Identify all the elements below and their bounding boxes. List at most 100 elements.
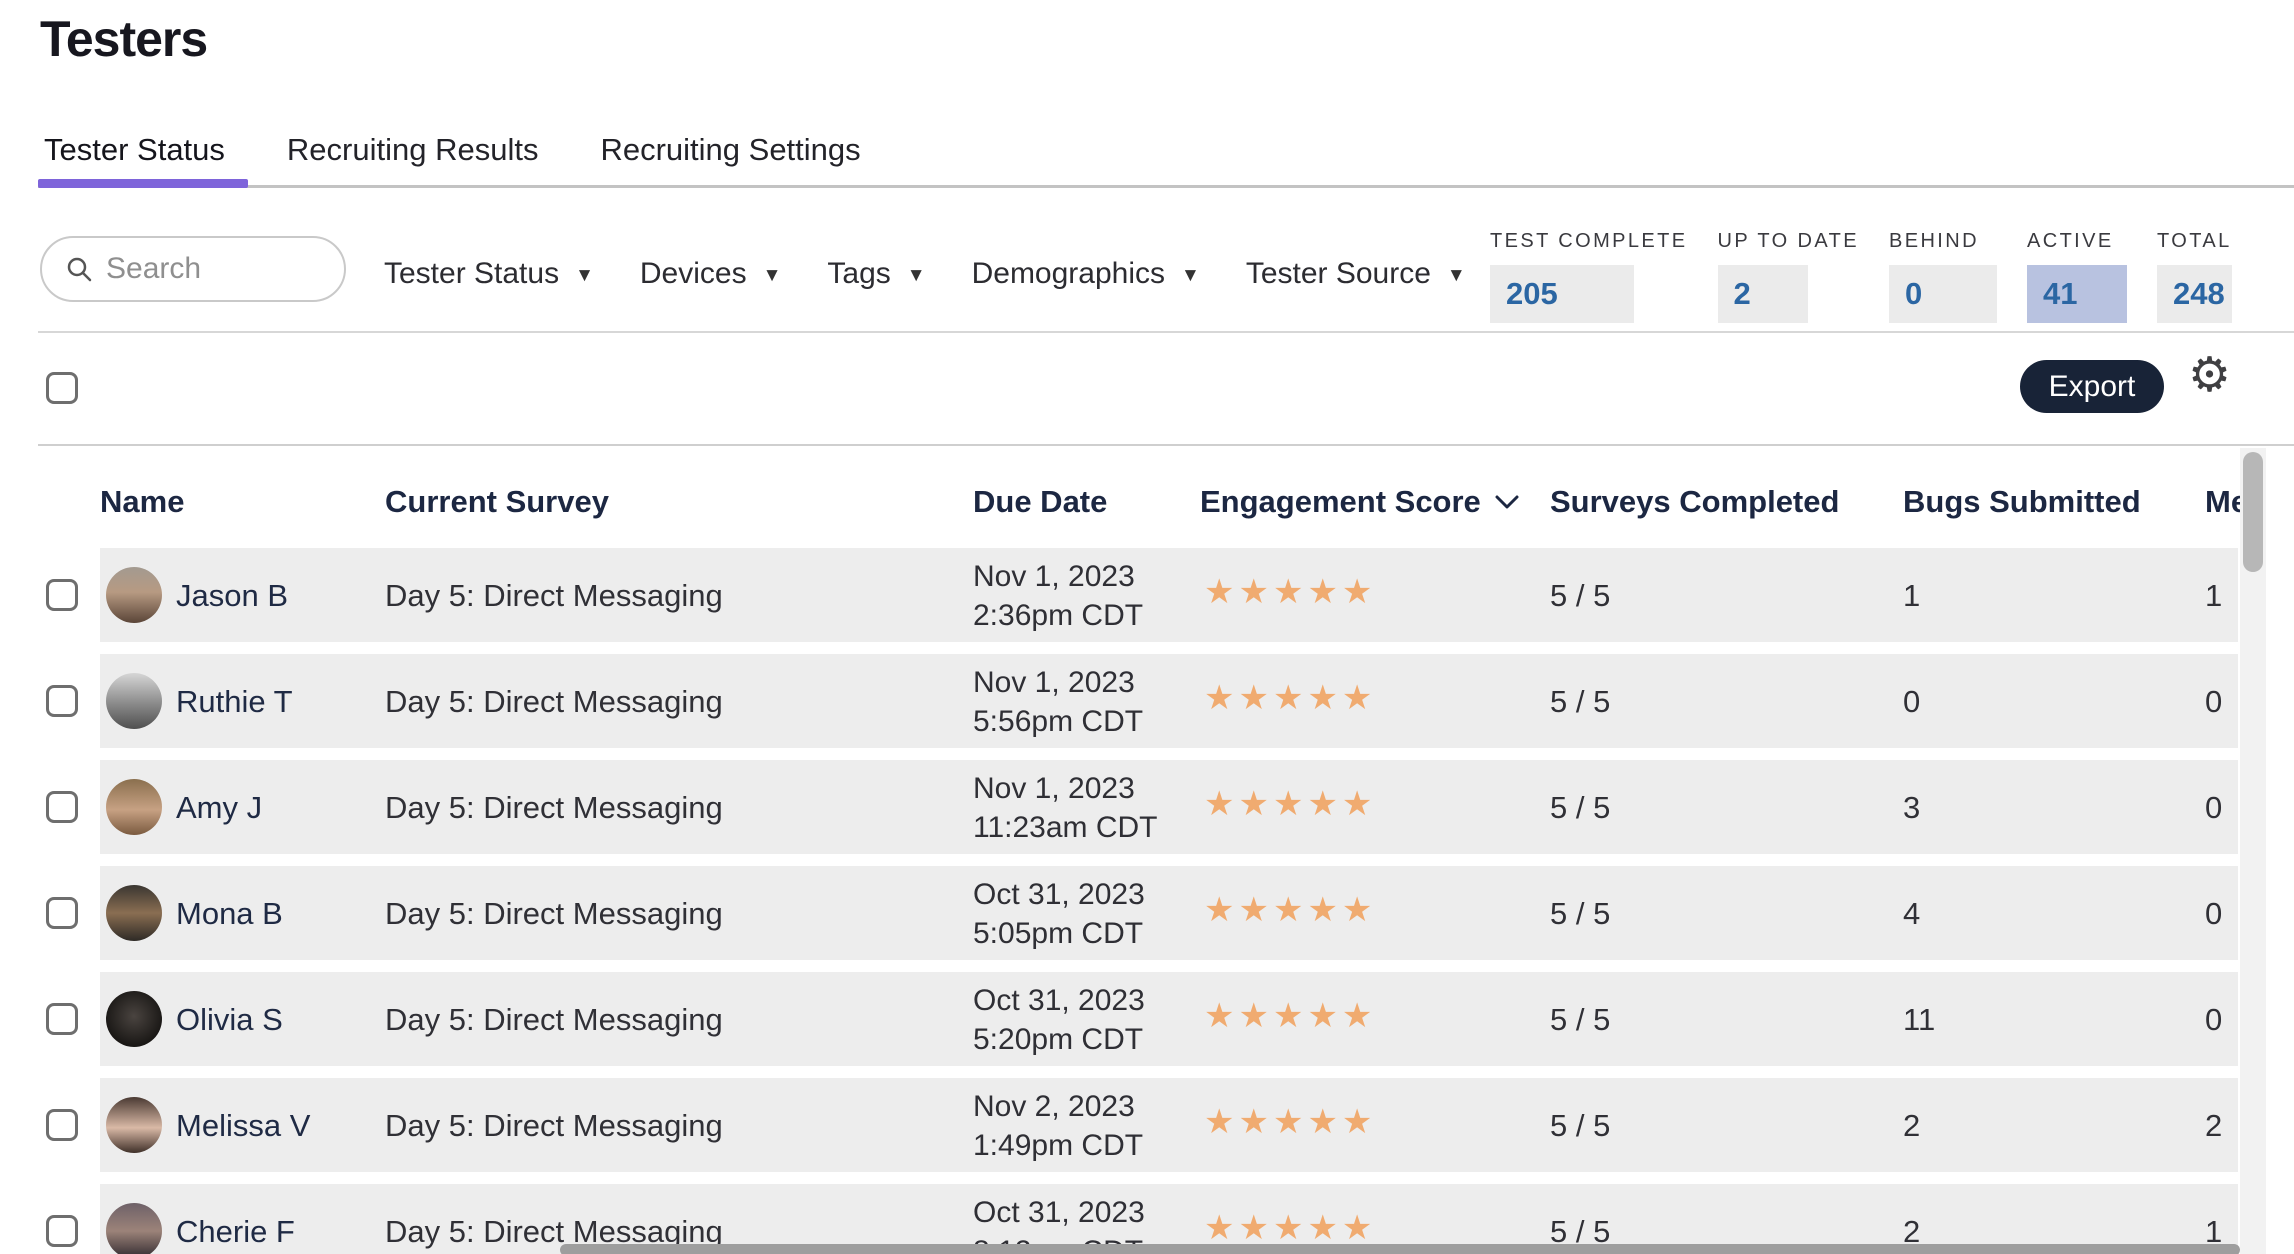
- messages-count: 1: [2205, 578, 2222, 614]
- export-button[interactable]: Export: [2020, 360, 2164, 413]
- engagement-stars: ★★★★★: [1204, 890, 1376, 930]
- table-row: Melissa V Day 5: Direct Messaging Nov 2,…: [0, 1078, 2294, 1172]
- chevron-down-icon: ▼: [575, 265, 594, 287]
- chevron-down-icon: ▼: [1181, 265, 1200, 287]
- row-checkbox[interactable]: [46, 1003, 78, 1035]
- avatar: [106, 779, 162, 835]
- stat: ACTIVE 41: [2027, 230, 2127, 323]
- table-row: Mona B Day 5: Direct Messaging Oct 31, 2…: [0, 866, 2294, 960]
- engagement-stars: ★★★★★: [1204, 1102, 1376, 1142]
- due-date-line: Oct 31, 2023: [973, 981, 1145, 1020]
- current-survey: Day 5: Direct Messaging: [385, 790, 723, 826]
- bugs-submitted: 1: [1903, 578, 1920, 614]
- surveys-completed: 5 / 5: [1550, 1108, 1610, 1144]
- row-checkbox[interactable]: [46, 685, 78, 717]
- chevron-down-icon: ▼: [763, 265, 782, 287]
- due-time-line: 5:20pm CDT: [973, 1020, 1145, 1059]
- chevron-down-icon: ▼: [1447, 265, 1466, 287]
- search-box: [40, 236, 346, 302]
- stat-value: 2: [1734, 276, 1751, 312]
- due-time-line: 11:23am CDT: [973, 808, 1158, 847]
- filter-dropdown-label: Tags: [827, 257, 890, 291]
- tester-name[interactable]: Ruthie T: [176, 684, 293, 720]
- due-date-line: Nov 2, 2023: [973, 1087, 1143, 1126]
- column-header-messages[interactable]: Messages: [2205, 484, 2240, 520]
- column-header-due-date[interactable]: Due Date: [973, 484, 1107, 520]
- column-header-current-survey[interactable]: Current Survey: [385, 484, 609, 520]
- table-row: Jason B Day 5: Direct Messaging Nov 1, 2…: [0, 548, 2294, 642]
- tab-recruiting-settings[interactable]: Recruiting Settings: [600, 132, 860, 168]
- current-survey: Day 5: Direct Messaging: [385, 684, 723, 720]
- row-checkbox[interactable]: [46, 1109, 78, 1141]
- filter-dropdown-label: Demographics: [972, 257, 1165, 291]
- stat-value: 0: [1905, 276, 1922, 312]
- page-title: Testers: [40, 10, 207, 68]
- stat: UP TO DATE 2: [1718, 230, 1859, 323]
- stat: TEST COMPLETE 205: [1490, 230, 1688, 323]
- row-checkbox[interactable]: [46, 791, 78, 823]
- stat: TOTAL 248: [2157, 230, 2232, 323]
- sort-chevron-down-icon: [1495, 495, 1519, 510]
- horizontal-scrollbar-thumb[interactable]: [560, 1244, 2240, 1254]
- row-checkbox[interactable]: [46, 579, 78, 611]
- surveys-completed: 5 / 5: [1550, 896, 1610, 932]
- column-header-name[interactable]: Name: [100, 484, 184, 520]
- active-tab-indicator: [38, 179, 248, 188]
- column-header-bugs-submitted[interactable]: Bugs Submitted: [1903, 484, 2141, 520]
- chevron-down-icon: ▼: [907, 265, 926, 287]
- avatar: [106, 1097, 162, 1153]
- select-all-checkbox[interactable]: [46, 372, 78, 404]
- surveys-completed: 5 / 5: [1550, 578, 1610, 614]
- bugs-submitted: 4: [1903, 896, 1920, 932]
- tester-name[interactable]: Amy J: [176, 790, 262, 826]
- current-survey: Day 5: Direct Messaging: [385, 896, 723, 932]
- tab-tester-status[interactable]: Tester Status: [44, 132, 225, 168]
- current-survey: Day 5: Direct Messaging: [385, 578, 723, 614]
- row-checkbox[interactable]: [46, 897, 78, 929]
- table-row: Ruthie T Day 5: Direct Messaging Nov 1, …: [0, 654, 2294, 748]
- table-header: Name Current Survey Due Date Engagement …: [0, 446, 2240, 546]
- stat-label: TOTAL: [2157, 230, 2232, 253]
- bugs-submitted: 0: [1903, 684, 1920, 720]
- engagement-stars: ★★★★★: [1204, 996, 1376, 1036]
- vertical-scrollbar-thumb[interactable]: [2243, 452, 2263, 572]
- filter-dropdown[interactable]: Devices ▼: [640, 257, 782, 291]
- stat-value-box[interactable]: 2: [1718, 265, 1808, 323]
- tester-name[interactable]: Jason B: [176, 578, 288, 614]
- tester-table-body: Jason B Day 5: Direct Messaging Nov 1, 2…: [0, 548, 2294, 1254]
- messages-count: 0: [2205, 1002, 2222, 1038]
- tab-recruiting-results[interactable]: Recruiting Results: [287, 132, 539, 168]
- filter-dropdown[interactable]: Tags ▼: [827, 257, 925, 291]
- column-header-engagement-score[interactable]: Engagement Score: [1200, 484, 1519, 520]
- stat-value-box[interactable]: 0: [1889, 265, 1997, 323]
- stat-value-box[interactable]: 205: [1490, 265, 1634, 323]
- search-input[interactable]: [94, 252, 344, 286]
- due-date-line: Oct 31, 2023: [973, 1193, 1145, 1232]
- filter-dropdown-label: Tester Source: [1246, 257, 1431, 291]
- filters-divider: [38, 331, 2294, 333]
- gear-icon[interactable]: ⚙: [2188, 352, 2231, 400]
- tester-name[interactable]: Cherie F: [176, 1214, 295, 1250]
- stat-label: ACTIVE: [2027, 230, 2127, 253]
- table-row: Olivia S Day 5: Direct Messaging Oct 31,…: [0, 972, 2294, 1066]
- filter-dropdown[interactable]: Tester Source ▼: [1246, 257, 1466, 291]
- tester-name[interactable]: Olivia S: [176, 1002, 283, 1038]
- column-header-engagement-label: Engagement Score: [1200, 484, 1481, 520]
- tab-bar: Tester Status Recruiting Results Recruit…: [44, 132, 861, 168]
- tester-name[interactable]: Mona B: [176, 896, 283, 932]
- due-time-line: 1:49pm CDT: [973, 1126, 1143, 1165]
- filter-dropdown[interactable]: Tester Status ▼: [384, 257, 594, 291]
- tester-name[interactable]: Melissa V: [176, 1108, 310, 1144]
- bugs-submitted: 3: [1903, 790, 1920, 826]
- stat-value-box[interactable]: 248: [2157, 265, 2232, 323]
- avatar: [106, 991, 162, 1047]
- due-time-line: 5:56pm CDT: [973, 702, 1143, 741]
- status-summary: TEST COMPLETE 205 UP TO DATE 2 BEHIND 0: [1490, 230, 2232, 323]
- filter-dropdown-label: Devices: [640, 257, 747, 291]
- column-header-surveys-completed[interactable]: Surveys Completed: [1550, 484, 1839, 520]
- due-date-line: Nov 1, 2023: [973, 557, 1143, 596]
- stat-value-box[interactable]: 41: [2027, 265, 2127, 323]
- filter-dropdown-label: Tester Status: [384, 257, 559, 291]
- filter-dropdown[interactable]: Demographics ▼: [972, 257, 1200, 291]
- row-checkbox[interactable]: [46, 1215, 78, 1247]
